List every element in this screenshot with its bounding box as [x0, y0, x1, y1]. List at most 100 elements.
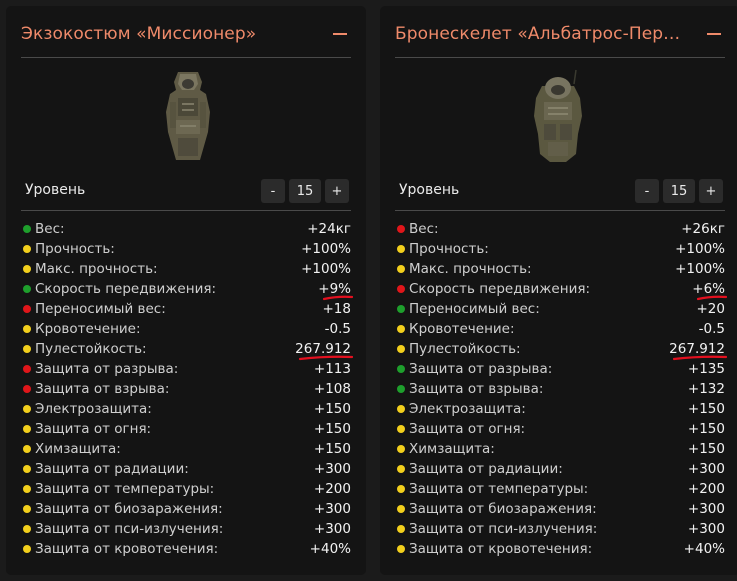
stat-value: +100% — [301, 261, 351, 277]
stat-name: Прочность: — [35, 241, 115, 257]
stat-row: Скорость передвижения: +6% — [395, 279, 727, 301]
yellow-dot-icon — [23, 325, 31, 333]
red-dot-icon — [23, 385, 31, 393]
exoskeleton-image — [166, 72, 210, 160]
stat-name: Вес: — [35, 221, 65, 237]
stat-name: Защита от радиации: — [409, 461, 563, 477]
stat-name: Электрозащита: — [35, 401, 152, 417]
yellow-dot-icon — [397, 545, 405, 553]
yellow-dot-icon — [397, 345, 405, 353]
yellow-dot-icon — [23, 485, 31, 493]
yellow-dot-icon — [23, 525, 31, 533]
stat-row: Защита от биозаражения: +300 — [21, 499, 351, 519]
stat-name: Защита от биозаражения: — [409, 501, 597, 517]
yellow-dot-icon — [23, 345, 31, 353]
stat-name: Кровотечение: — [35, 321, 141, 337]
stat-value: +100% — [675, 241, 725, 257]
stat-name: Переносимый вес: — [35, 301, 166, 317]
stat-row: Макс. прочность: +100% — [395, 259, 725, 279]
stat-name: Защита от пси-излучения: — [409, 521, 598, 537]
red-dot-icon — [397, 285, 405, 293]
level-row: Уровень - 15 + — [395, 174, 725, 211]
stat-row: Защита от огня: +150 — [395, 419, 725, 439]
yellow-dot-icon — [23, 465, 31, 473]
yellow-dot-icon — [23, 425, 31, 433]
red-dot-icon — [23, 365, 31, 373]
stat-name: Защита от огня: — [35, 421, 152, 437]
stat-name: Химзащита: — [35, 441, 121, 457]
stat-row: Пулестойкость: 267.912 — [395, 339, 727, 361]
stat-value: +200 — [313, 481, 351, 497]
collapse-minus-icon[interactable] — [707, 33, 721, 35]
stat-name: Электрозащита: — [409, 401, 526, 417]
stat-row: Защита от огня: +150 — [21, 419, 351, 439]
stat-value: +135 — [687, 361, 725, 377]
stat-value: +100% — [301, 241, 351, 257]
stat-value: -0.5 — [324, 321, 351, 337]
green-dot-icon — [23, 285, 31, 293]
level-stepper: - 15 + — [261, 179, 349, 203]
yellow-dot-icon — [23, 545, 31, 553]
stat-value: +150 — [687, 421, 725, 437]
stat-row: Защита от кровотечения: +40% — [21, 539, 351, 559]
stat-value: +300 — [687, 501, 725, 517]
red-dot-icon — [397, 225, 405, 233]
armor-suit-image — [534, 69, 582, 162]
yellow-dot-icon — [397, 425, 405, 433]
yellow-dot-icon — [397, 505, 405, 513]
stat-row: Макс. прочность: +100% — [21, 259, 351, 279]
level-increase-button[interactable]: + — [325, 179, 349, 203]
level-decrease-button[interactable]: - — [261, 179, 285, 203]
stat-value: +18 — [322, 301, 352, 317]
stat-value: +300 — [313, 521, 351, 537]
level-stepper: - 15 + — [635, 179, 723, 203]
stat-name: Пулестойкость: — [409, 341, 521, 357]
stat-name: Скорость передвижения: — [35, 281, 217, 297]
green-dot-icon — [397, 365, 405, 373]
stat-row: Прочность: +100% — [395, 239, 725, 259]
yellow-dot-icon — [23, 405, 31, 413]
card-header: Бронескелет «Альбатрос-Перехватчик» — [395, 6, 725, 58]
yellow-dot-icon — [23, 265, 31, 273]
stat-name: Макс. прочность: — [35, 261, 158, 277]
level-value[interactable]: 15 — [289, 179, 321, 203]
stats-list: Вес: +26кг Прочность: +100% Макс. прочность:… — [395, 219, 727, 559]
collapse-minus-icon[interactable] — [333, 33, 347, 35]
yellow-dot-icon — [23, 445, 31, 453]
stat-row: Защита от биозаражения: +300 — [395, 499, 725, 519]
stat-name: Переносимый вес: — [409, 301, 540, 317]
stat-row: Переносимый вес: +18 — [21, 299, 351, 319]
stat-row: Защита от температуры: +200 — [21, 479, 351, 499]
level-decrease-button[interactable]: - — [635, 179, 659, 203]
yellow-dot-icon — [397, 485, 405, 493]
stat-value: +300 — [313, 461, 351, 477]
stat-row: Электрозащита: +150 — [395, 399, 725, 419]
stat-name: Пулестойкость: — [35, 341, 147, 357]
stat-name: Макс. прочность: — [409, 261, 532, 277]
stat-value: +150 — [313, 401, 351, 417]
card-header: Экзокостюм «Миссионер» — [21, 6, 351, 58]
stat-name: Защита от биозаражения: — [35, 501, 223, 517]
stats-list: Вес: +24кг Прочность: +100% Макс. прочность:… — [21, 219, 353, 559]
yellow-dot-icon — [397, 325, 405, 333]
stat-value: +26кг — [681, 221, 725, 237]
stat-row: Защита от радиации: +300 — [395, 459, 725, 479]
stat-name: Защита от взрыва: — [35, 381, 170, 397]
stat-value: +150 — [313, 421, 351, 437]
stat-row: Защита от кровотечения: +40% — [395, 539, 725, 559]
stat-row: Защита от пси-излучения: +300 — [21, 519, 351, 539]
stat-name: Защита от огня: — [409, 421, 526, 437]
stat-name: Вес: — [409, 221, 439, 237]
item-card-albatross: Бронескелет «Альбатрос-Перехватчик» Уров… — [380, 6, 737, 575]
stat-value: +40% — [309, 541, 351, 557]
stat-row: Защита от радиации: +300 — [21, 459, 351, 479]
stat-value: +150 — [313, 441, 351, 457]
stat-row: Химзащита: +150 — [21, 439, 351, 459]
level-increase-button[interactable]: + — [699, 179, 723, 203]
yellow-dot-icon — [23, 505, 31, 513]
level-row: Уровень - 15 + — [21, 174, 351, 211]
stat-name: Защита от разрыва: — [35, 361, 179, 377]
stat-value: +100% — [675, 261, 725, 277]
stat-row: Защита от пси-излучения: +300 — [395, 519, 725, 539]
level-value[interactable]: 15 — [663, 179, 695, 203]
